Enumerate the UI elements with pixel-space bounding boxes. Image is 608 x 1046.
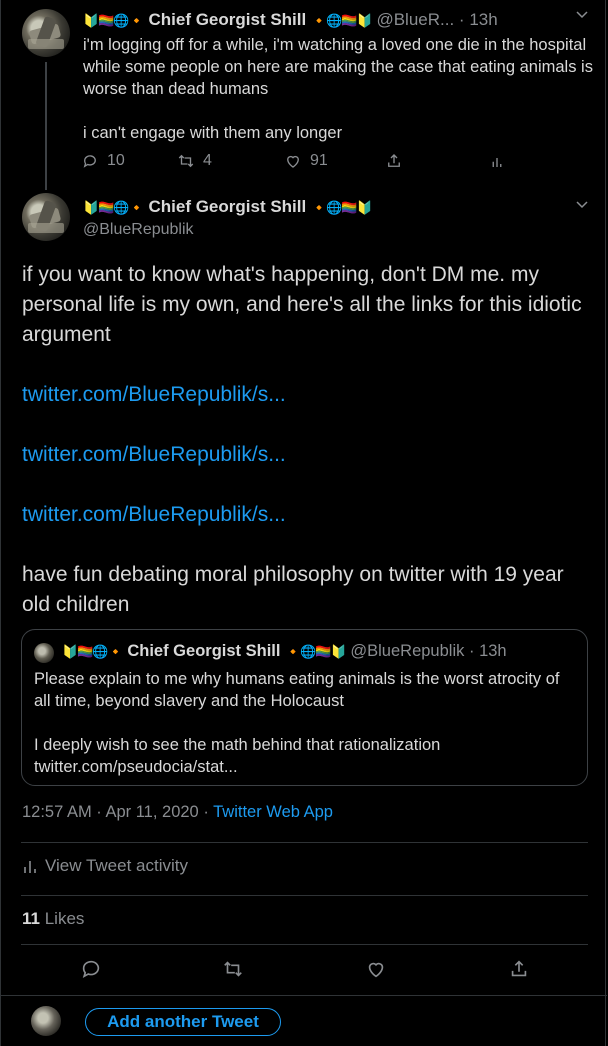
name-emoji-suffix: 🔸🌐🏳️‍🌈🔰 xyxy=(310,14,373,29)
quoted-handle: @BlueRepublik xyxy=(350,642,465,660)
tweet-timestamp[interactable]: 12:57 AM · Apr 11, 2020 xyxy=(22,803,199,821)
share-icon xyxy=(388,154,400,167)
quoted-paragraph: Please explain to me why humans eating a… xyxy=(34,670,560,710)
retweet-button[interactable]: 4 xyxy=(177,152,212,170)
tweet-link[interactable]: twitter.com/BlueRepublik/s... xyxy=(22,380,597,410)
tweet2-action-bar xyxy=(1,958,607,984)
divider xyxy=(1,995,607,996)
retweet-icon xyxy=(178,154,194,168)
tweet2-header: 🔰🏳️‍🌈🌐🔸 Chief Georgist Shill 🔸🌐🏳️‍🌈🔰 xyxy=(83,197,373,217)
quoted-paragraph: I deeply wish to see the math behind tha… xyxy=(34,736,441,754)
quoted-tweet-card[interactable]: 🔰🏳️‍🌈🌐🔸 Chief Georgist Shill 🔸🌐🏳️‍🌈🔰 @Bl… xyxy=(21,629,588,786)
reply-count: 10 xyxy=(107,152,125,169)
divider xyxy=(21,842,588,843)
quoted-display-name: Chief Georgist Shill xyxy=(127,642,281,660)
likes-summary[interactable]: 11 Likes xyxy=(22,909,84,929)
name-emoji-suffix: 🔸🌐🏳️‍🌈🔰 xyxy=(310,201,373,216)
quoted-tweet-text: Please explain to me why humans eating a… xyxy=(34,668,579,778)
tweet-link[interactable]: twitter.com/BlueRepublik/s... xyxy=(22,440,597,470)
heart-icon xyxy=(368,962,384,978)
tweet1-action-bar: 10 4 91 xyxy=(81,152,511,174)
name-emoji-suffix: 🔸🌐🏳️‍🌈🔰 xyxy=(285,645,347,660)
like-button[interactable] xyxy=(365,958,389,982)
tweet1-header: 🔰🏳️‍🌈🌐🔸 Chief Georgist Shill 🔸🌐🏳️‍🌈🔰 @Bl… xyxy=(83,10,583,32)
reply-button[interactable]: 10 xyxy=(81,152,125,170)
tweet-paragraph: if you want to know what's happening, do… xyxy=(22,263,582,346)
name-emoji-prefix: 🔰🏳️‍🌈🌐🔸 xyxy=(83,14,145,29)
divider xyxy=(21,895,588,896)
composer-avatar xyxy=(31,1006,61,1036)
tweet-thread-panel: 🔰🏳️‍🌈🌐🔸 Chief Georgist Shill 🔸🌐🏳️‍🌈🔰 @Bl… xyxy=(0,0,607,1046)
analytics-icon xyxy=(492,158,502,167)
quoted-link: twitter.com/pseudocia/stat... xyxy=(34,758,238,776)
like-count: 91 xyxy=(310,152,328,169)
likes-count: 11 xyxy=(22,909,40,928)
quoted-author-avatar xyxy=(34,643,54,663)
name-emoji-prefix: 🔰🏳️‍🌈🌐🔸 xyxy=(83,201,145,216)
chevron-down-icon[interactable] xyxy=(575,199,589,213)
chevron-down-icon[interactable] xyxy=(575,9,589,23)
reply-icon xyxy=(83,155,96,168)
share-icon xyxy=(511,960,527,977)
likes-label: Likes xyxy=(44,909,85,928)
author-avatar[interactable] xyxy=(22,193,70,241)
reply-icon xyxy=(82,960,100,979)
analytics-icon xyxy=(24,861,36,873)
author-avatar[interactable] xyxy=(22,9,70,57)
retweet-count: 4 xyxy=(203,152,212,169)
activity-label: View Tweet activity xyxy=(45,856,188,875)
add-another-tweet-button[interactable]: Add another Tweet xyxy=(85,1008,281,1036)
view-tweet-activity-link[interactable]: View Tweet activity xyxy=(23,856,188,876)
tweet-metadata: 12:57 AM · Apr 11, 2020 · Twitter Web Ap… xyxy=(22,803,333,822)
share-button[interactable] xyxy=(508,958,532,982)
tweet2-text: if you want to know what's happening, do… xyxy=(22,260,597,620)
handle[interactable]: @BlueRepublik xyxy=(83,221,194,239)
handle[interactable]: @BlueR... xyxy=(376,10,454,29)
display-name[interactable]: Chief Georgist Shill xyxy=(148,10,306,29)
quoted-time: 13h xyxy=(479,642,507,660)
retweet-icon xyxy=(224,961,242,977)
separator-dot: · xyxy=(468,642,475,660)
analytics-button[interactable] xyxy=(488,152,506,170)
display-name[interactable]: Chief Georgist Shill xyxy=(148,197,306,216)
separator-dot: · xyxy=(458,10,465,29)
divider xyxy=(21,944,588,945)
like-button[interactable]: 91 xyxy=(284,152,328,170)
retweet-button[interactable] xyxy=(222,958,246,982)
reply-button[interactable] xyxy=(80,958,104,982)
separator-dot: · xyxy=(203,803,209,821)
heart-icon xyxy=(287,155,299,168)
thread-connector-line xyxy=(45,62,47,190)
share-button[interactable] xyxy=(385,152,403,170)
tweet-source[interactable]: Twitter Web App xyxy=(213,803,333,821)
tweet-time[interactable]: 13h xyxy=(469,10,497,29)
tweet1-text: i'm logging off for a while, i'm watchin… xyxy=(83,36,593,142)
tweet-paragraph: have fun debating moral philosophy on tw… xyxy=(22,563,564,616)
quoted-tweet-header: 🔰🏳️‍🌈🌐🔸 Chief Georgist Shill 🔸🌐🏳️‍🌈🔰 @Bl… xyxy=(62,642,507,661)
name-emoji-prefix: 🔰🏳️‍🌈🌐🔸 xyxy=(62,645,124,660)
tweet-link[interactable]: twitter.com/BlueRepublik/s... xyxy=(22,500,597,530)
